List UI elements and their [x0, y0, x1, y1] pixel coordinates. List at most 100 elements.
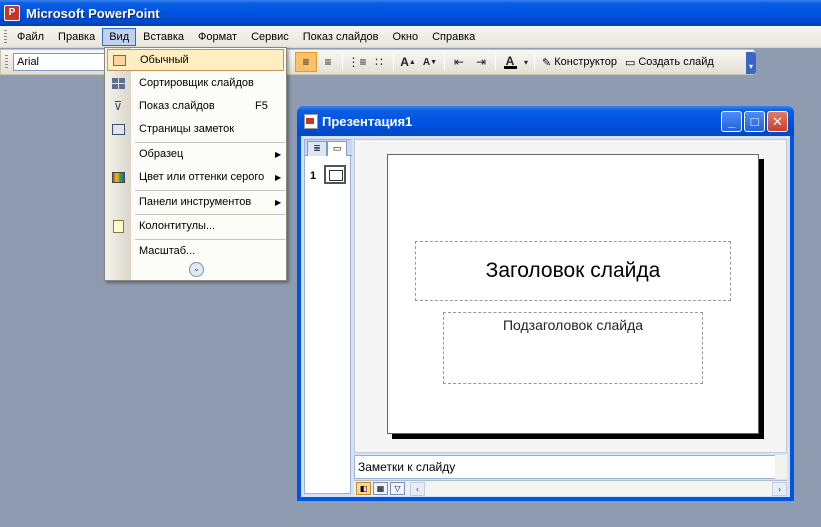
subtitle-placeholder[interactable]: Подзаголовок слайда [443, 312, 703, 384]
menu-bar: Файл Правка Вид Вставка Формат Сервис По… [0, 26, 821, 48]
app-title-bar[interactable]: P Microsoft PowerPoint [0, 0, 821, 26]
decrease-font-icon[interactable]: A ▼ [419, 52, 441, 72]
font-color-dropdown-icon[interactable]: ▾ [521, 52, 531, 72]
close-button[interactable]: ✕ [767, 111, 788, 132]
menu-item-toolbars-label: Панели инструментов [139, 196, 252, 208]
slide-sorter-button[interactable]: ▦ [373, 482, 388, 495]
view-menu-dropdown: Обычный Сортировщик слайдов ⊽ Показ слай… [104, 47, 287, 281]
slide-show-icon: ▽ [394, 484, 401, 493]
menu-item-master[interactable]: Образец ▶ [107, 143, 284, 165]
menu-insert[interactable]: Вставка [136, 28, 191, 46]
font-color-icon[interactable]: A [499, 52, 521, 72]
menu-item-slide-show[interactable]: ⊽ Показ слайдов F5 [107, 95, 284, 117]
presentation-doc-icon [304, 113, 318, 129]
increase-font-icon[interactable]: A ▲ [397, 52, 419, 72]
maximize-icon: □ [750, 114, 759, 129]
menu-item-zoom[interactable]: Масштаб... [107, 240, 284, 262]
color-grayscale-icon [107, 167, 129, 187]
menu-help[interactable]: Справка [425, 28, 482, 46]
normal-view-icon: ◧ [359, 484, 368, 493]
design-icon: ✎ [542, 56, 552, 69]
notes-scrollbar[interactable] [775, 455, 787, 479]
menu-item-notes-page[interactable]: Страницы заметок [107, 118, 284, 140]
minimize-button[interactable]: _ [721, 111, 742, 132]
constructor-button[interactable]: ✎ Конструктор [538, 56, 621, 69]
decrease-indent-icon[interactable]: ⇤ [448, 52, 470, 72]
new-slide-button[interactable]: ▭ Создать слайд [621, 56, 718, 69]
notes-field[interactable]: Заметки к слайду [354, 455, 787, 479]
menu-item-slide-sorter-label: Сортировщик слайдов [139, 77, 254, 89]
submenu-arrow-icon: ▶ [275, 197, 282, 207]
horizontal-scrollbar[interactable]: ‹ › [410, 481, 787, 496]
slide-show-icon: ⊽ [113, 99, 123, 113]
scroll-left-icon[interactable]: ‹ [410, 481, 425, 496]
menu-tools[interactable]: Сервис [244, 28, 296, 46]
slide-thumbnail[interactable] [324, 165, 346, 184]
menu-item-notes-page-label: Страницы заметок [139, 123, 235, 135]
bulleted-list-icon[interactable]: ∷ [368, 52, 390, 72]
toolbar-options-icon[interactable]: ▾ [746, 52, 756, 74]
menu-grip-handle[interactable] [4, 29, 7, 44]
slide-sorter-icon: ▦ [376, 484, 385, 493]
menu-slide-show[interactable]: Показ слайдов [296, 28, 386, 46]
toolbar-separator [342, 54, 343, 70]
presentation-body: ≣ ▭ 1 Заголовок слайда Подзаголовок слай… [301, 136, 790, 497]
menu-item-normal-label: Обычный [140, 54, 189, 66]
slide-editing-area: Заголовок слайда Подзаголовок слайда [354, 139, 787, 453]
slide-show-button[interactable]: ▽ [390, 482, 405, 495]
menu-format[interactable]: Формат [191, 28, 244, 46]
normal-view-icon [108, 50, 130, 70]
menu-item-normal[interactable]: Обычный [107, 49, 284, 71]
menu-file[interactable]: Файл [10, 28, 51, 46]
slides-tab-icon: ▭ [332, 143, 342, 153]
new-slide-icon: ▭ [624, 56, 636, 69]
menu-item-slide-show-label: Показ слайдов [139, 100, 215, 112]
slide-canvas[interactable]: Заголовок слайда Подзаголовок слайда [387, 154, 759, 434]
scroll-right-icon[interactable]: › [772, 481, 787, 496]
menu-item-toolbars[interactable]: Панели инструментов ▶ [107, 191, 284, 213]
menu-view[interactable]: Вид [102, 27, 137, 46]
close-icon: ✕ [772, 113, 783, 129]
submenu-arrow-icon: ▶ [275, 149, 282, 159]
menu-item-slide-sorter[interactable]: Сортировщик слайдов [107, 72, 284, 94]
tab-outline[interactable]: ≣ [307, 141, 327, 156]
slides-pane: ≣ ▭ 1 [304, 139, 352, 494]
minimize-icon: _ [727, 114, 736, 129]
menu-item-zoom-label: Масштаб... [139, 245, 196, 257]
menu-item-slide-show-shortcut: F5 [255, 100, 268, 112]
align-left-icon[interactable]: ≡ [295, 52, 317, 72]
toolbar-grip-handle[interactable] [5, 55, 8, 69]
toolbar-separator [495, 54, 496, 70]
view-buttons-bar: ◧ ▦ ▽ ‹ › [354, 480, 787, 496]
toolbar-separator [393, 54, 394, 70]
notes-page-icon [107, 119, 129, 139]
font-name-field[interactable]: Arial [13, 53, 105, 71]
slide-sorter-icon [107, 73, 129, 93]
presentation-title-bar[interactable]: Презентация1 _ □ ✕ [297, 106, 794, 136]
increase-indent-icon[interactable]: ⇥ [470, 52, 492, 72]
header-footer-icon [107, 216, 129, 236]
title-placeholder[interactable]: Заголовок слайда [415, 241, 731, 301]
menu-window[interactable]: Окно [386, 28, 426, 46]
normal-view-button[interactable]: ◧ [356, 482, 371, 495]
pane-tabs: ≣ ▭ [305, 140, 352, 156]
menu-item-color-grayscale-label: Цвет или оттенки серого [139, 171, 265, 183]
presentation-title: Презентация1 [322, 113, 413, 129]
menu-edit[interactable]: Правка [51, 28, 102, 46]
numbered-list-icon[interactable]: ⋮≡ [346, 52, 368, 72]
maximize-button[interactable]: □ [744, 111, 765, 132]
slide-number: 1 [310, 170, 317, 182]
outline-icon: ≣ [313, 143, 321, 153]
constructor-label: Конструктор [554, 56, 617, 68]
menu-item-master-label: Образец [139, 148, 184, 160]
powerpoint-icon: P [4, 5, 20, 21]
tab-slides[interactable]: ▭ [327, 141, 347, 156]
expand-menu-chevron-icon[interactable]: ⌄ [189, 262, 204, 277]
menu-item-header-footer[interactable]: Колонтитулы... [107, 215, 284, 237]
toolbar-separator [534, 54, 535, 70]
submenu-arrow-icon: ▶ [275, 172, 282, 182]
menu-item-header-footer-label: Колонтитулы... [139, 220, 216, 232]
menu-item-color-grayscale[interactable]: Цвет или оттенки серого ▶ [107, 166, 284, 188]
toolbar-separator [444, 54, 445, 70]
align-center-icon[interactable]: ≡ [317, 52, 339, 72]
